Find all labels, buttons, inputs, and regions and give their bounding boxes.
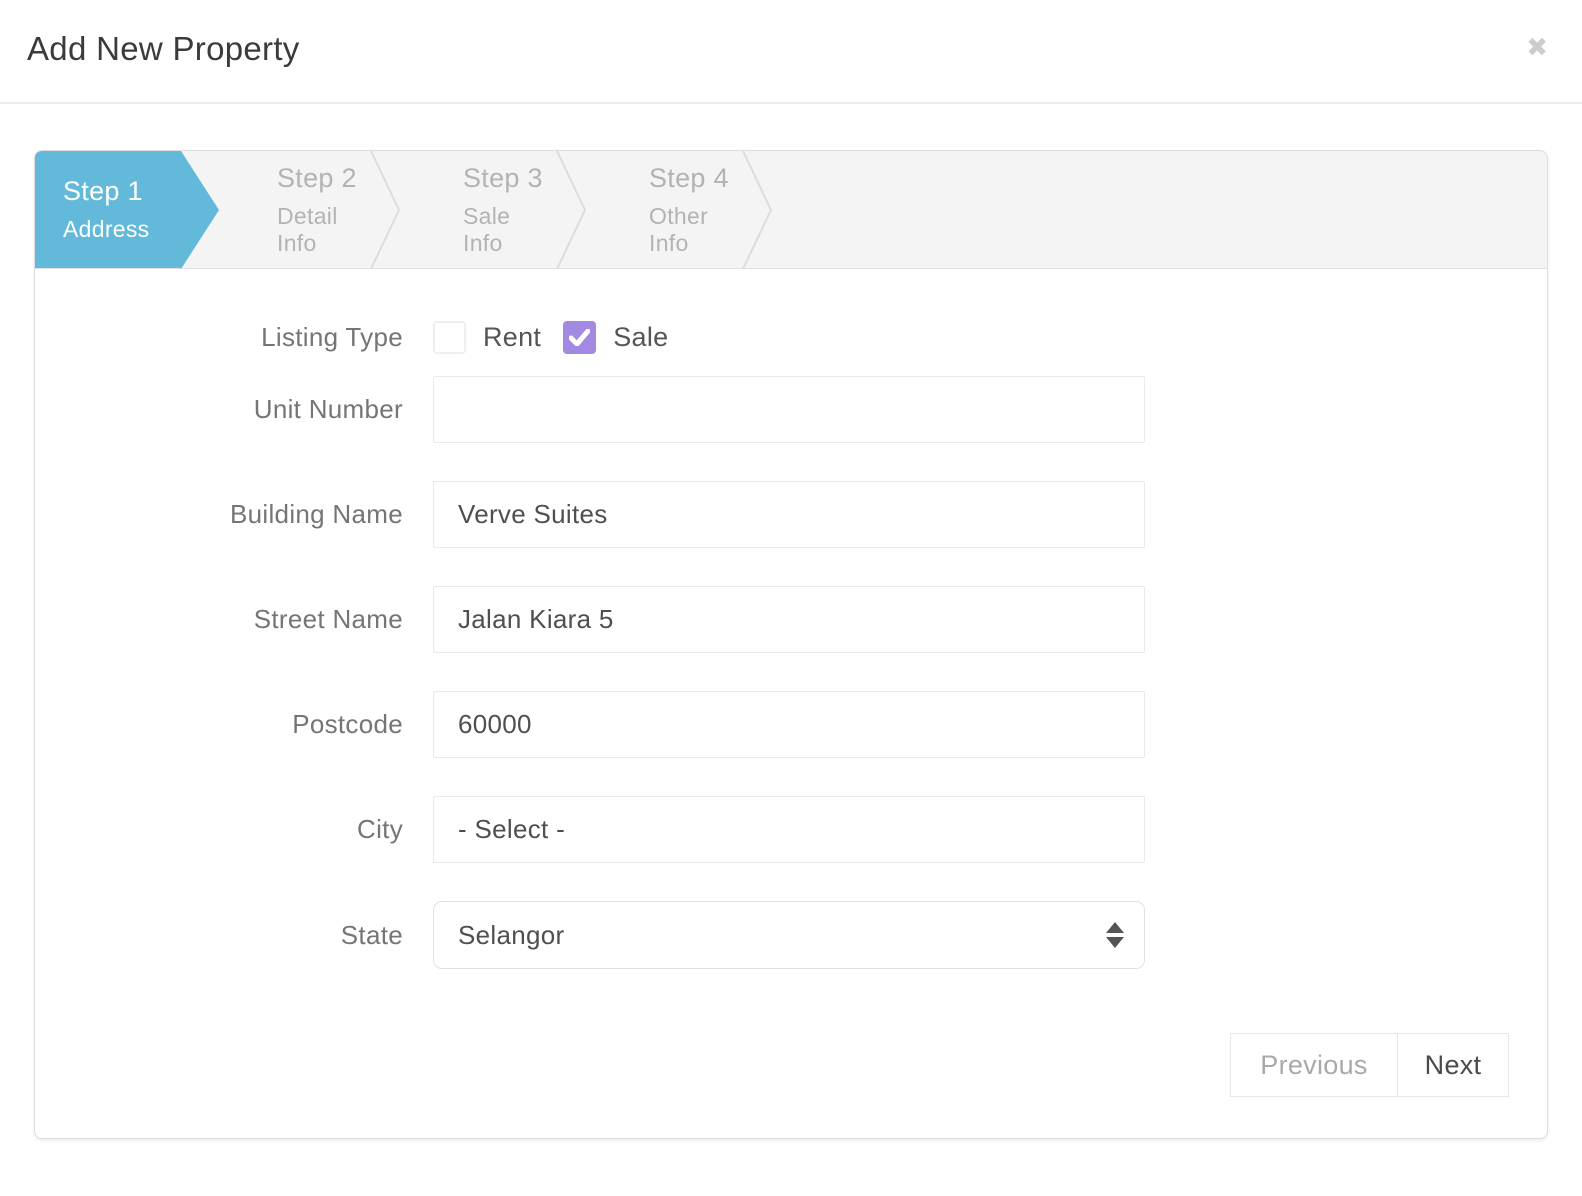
wizard-panel: Step 1 Address Step 2 Detail Info Step 3… (34, 150, 1548, 1139)
step-number: Step 4 (649, 163, 739, 194)
city-label: City (35, 814, 433, 845)
unit-number-row: Unit Number (35, 376, 1547, 443)
chevron-separator-icon (739, 151, 775, 269)
step-4-other-info[interactable]: Step 4 Other Info (589, 151, 739, 268)
building-name-field[interactable] (433, 481, 1145, 548)
step-number: Step 3 (463, 163, 553, 194)
wizard-nav-buttons: Previous Next (35, 1033, 1547, 1097)
next-button[interactable]: Next (1397, 1033, 1509, 1097)
step-label: Sale Info (463, 203, 553, 257)
postcode-row: Postcode (35, 691, 1547, 758)
city-row: City - Select - (35, 796, 1547, 863)
state-select-value: Selangor (458, 920, 564, 951)
listing-type-row: Listing Type Rent Sale (35, 321, 1547, 354)
previous-button[interactable]: Previous (1230, 1033, 1398, 1097)
state-select[interactable]: Selangor (433, 901, 1145, 969)
checkmark-icon (569, 329, 590, 346)
step-number: Step 1 (63, 176, 181, 207)
rent-checkbox[interactable] (433, 321, 466, 354)
street-name-field[interactable] (433, 586, 1145, 653)
sale-checkbox-label[interactable]: Sale (613, 322, 668, 353)
street-name-label: Street Name (35, 604, 433, 635)
page-title: Add New Property (27, 30, 1542, 68)
select-spinner-icon (1106, 922, 1124, 948)
state-label: State (35, 920, 433, 951)
building-name-label: Building Name (35, 499, 433, 530)
sale-checkbox[interactable] (563, 321, 596, 354)
city-select[interactable]: - Select - (433, 796, 1145, 863)
form-body: Listing Type Rent Sale Unit Number Build… (35, 269, 1547, 1097)
close-icon[interactable]: ✖ (1526, 34, 1548, 60)
step-label: Address (63, 216, 181, 243)
building-name-row: Building Name (35, 481, 1547, 548)
postcode-label: Postcode (35, 709, 433, 740)
chevron-separator-icon (553, 151, 589, 269)
street-name-row: Street Name (35, 586, 1547, 653)
step-number: Step 2 (277, 163, 367, 194)
listing-type-label: Listing Type (35, 322, 433, 353)
unit-number-label: Unit Number (35, 394, 433, 425)
city-select-value: - Select - (458, 814, 565, 845)
rent-checkbox-label[interactable]: Rent (483, 322, 541, 353)
step-1-address[interactable]: Step 1 Address (35, 151, 181, 268)
step-label: Other Info (649, 203, 739, 257)
step-2-detail-info[interactable]: Step 2 Detail Info (217, 151, 367, 268)
step-label: Detail Info (277, 203, 367, 257)
wizard-steps: Step 1 Address Step 2 Detail Info Step 3… (35, 151, 1547, 269)
step-3-sale-info[interactable]: Step 3 Sale Info (403, 151, 553, 268)
chevron-separator-icon (367, 151, 403, 269)
state-row: State Selangor (35, 901, 1547, 969)
listing-type-options: Rent Sale (433, 321, 690, 354)
postcode-field[interactable] (433, 691, 1145, 758)
unit-number-field[interactable] (433, 376, 1145, 443)
modal-header: Add New Property ✖ (0, 0, 1582, 104)
